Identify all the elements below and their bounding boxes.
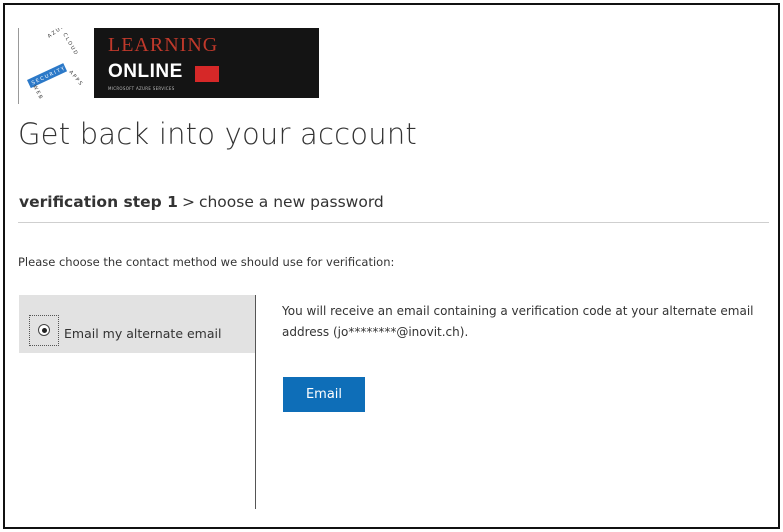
window-frame: S E C U R I T Y A Z U R E C L O U D W E … xyxy=(3,3,780,529)
crossword-logo-icon: S E C U R I T Y A Z U R E C L O U D W E … xyxy=(18,21,94,104)
next-step: choose a new password xyxy=(198,193,384,211)
email-method-label[interactable]: Email my alternate email xyxy=(64,326,221,341)
brand-accent-bar xyxy=(195,66,219,82)
brand-tagline: MICROSOFT AZURE SERVICES xyxy=(108,86,175,91)
verification-info-text: You will receive an email containing a v… xyxy=(282,304,754,339)
brand-line-2: ONLINE xyxy=(108,61,183,82)
method-divider xyxy=(255,295,256,509)
brand-line-1: LEARNING xyxy=(108,34,219,56)
svg-text:A P P S: A P P S xyxy=(67,69,83,86)
contact-method-prompt: Please choose the contact method we shou… xyxy=(18,255,395,269)
svg-text:C L O U D: C L O U D xyxy=(61,32,78,56)
step-breadcrumb: verification step 1 > choose a new passwor… xyxy=(19,193,384,211)
current-step: verification step 1 xyxy=(19,193,178,211)
svg-text:W E B: W E B xyxy=(31,84,43,100)
divider xyxy=(18,222,769,223)
email-button[interactable]: Email xyxy=(283,377,365,412)
logo: S E C U R I T Y A Z U R E C L O U D W E … xyxy=(18,21,319,104)
page-title: Get back into your account xyxy=(18,117,417,151)
learning-online-brand: LEARNING ONLINE MICROSOFT AZURE SERVICES xyxy=(94,28,319,98)
email-method-radio[interactable] xyxy=(38,324,50,336)
method-option-email[interactable]: Email my alternate email xyxy=(19,295,255,353)
step-separator: > xyxy=(181,193,195,211)
